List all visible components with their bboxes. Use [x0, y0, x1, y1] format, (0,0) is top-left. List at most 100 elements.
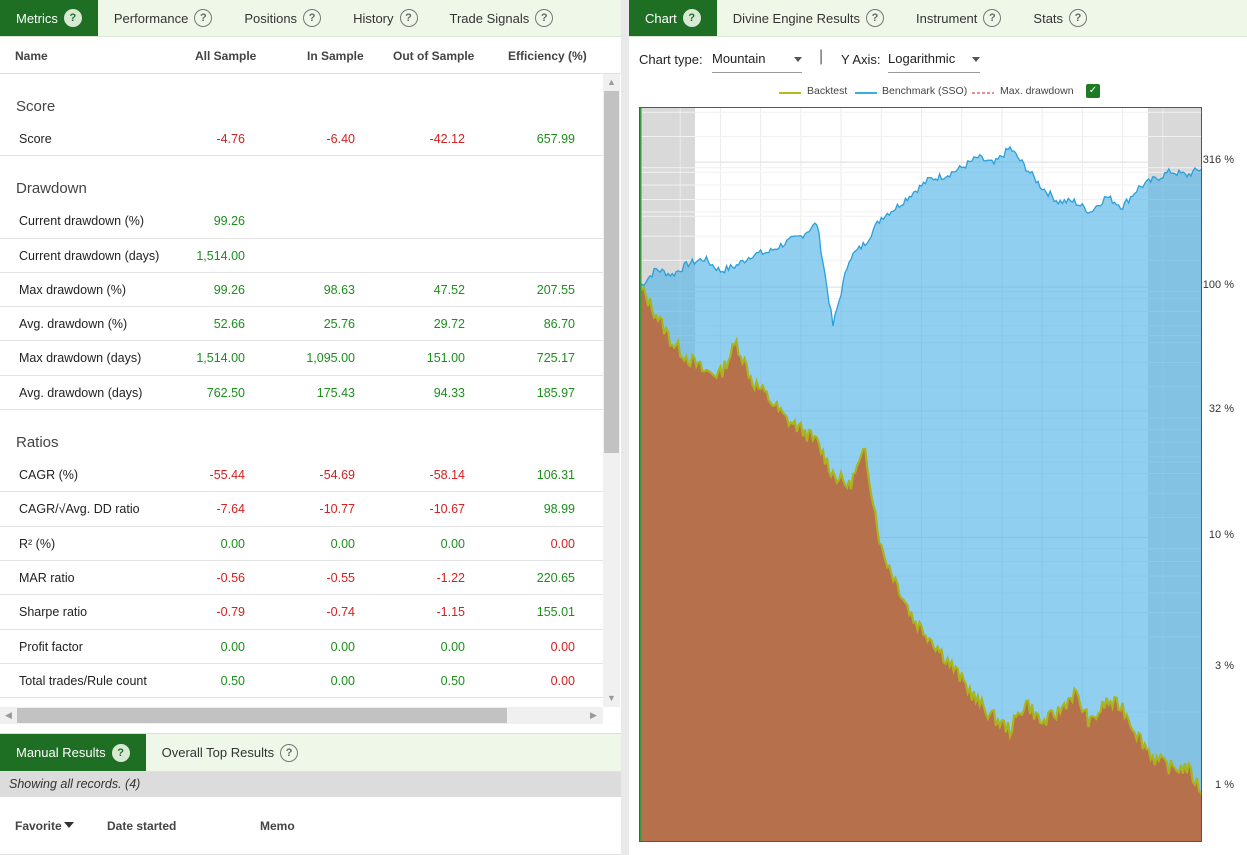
- help-icon[interactable]: ?: [983, 9, 1002, 27]
- panel-splitter[interactable]: [621, 0, 629, 855]
- tab-manual-results[interactable]: Manual Results?: [0, 734, 146, 771]
- metric-value: 725.17: [536, 351, 575, 366]
- left-tab-bar: Metrics? Performance? Positions? History…: [0, 0, 621, 37]
- metric-value: 762.50: [206, 385, 245, 400]
- results-panel: Manual Results? Overall Top Results? Sho…: [0, 733, 621, 855]
- table-row[interactable]: Current drawdown (days) 1,514.00: [0, 239, 603, 273]
- tab-divine-engine-results-label: Divine Engine Results: [732, 10, 860, 26]
- column-header-memo[interactable]: Memo: [260, 819, 295, 833]
- chevron-down-icon: [972, 57, 980, 62]
- tab-metrics[interactable]: Metrics?: [0, 0, 98, 36]
- section-title: Ratios: [16, 434, 59, 452]
- y-axis-dropdown[interactable]: Logarithmic: [888, 45, 980, 73]
- chart-type-value: Mountain: [712, 51, 766, 66]
- sort-down-icon[interactable]: [64, 822, 74, 828]
- column-header-date-started[interactable]: Date started: [107, 819, 176, 833]
- tab-performance[interactable]: Performance?: [98, 0, 228, 36]
- metric-value: 25.76: [323, 317, 355, 332]
- chart-controls: Chart type: Mountain | Y Axis: Logarithm…: [629, 37, 1247, 82]
- metric-value: -55.44: [209, 468, 245, 483]
- help-icon[interactable]: ?: [535, 9, 554, 27]
- help-icon[interactable]: ?: [194, 9, 213, 27]
- table-row[interactable]: Total trades/Rule count 0.50 0.00 0.50 0.00: [0, 664, 603, 699]
- table-row[interactable]: Current drawdown (%) 99.26: [0, 204, 603, 239]
- table-row[interactable]: R² (%) 0.00 0.00 0.00 0.00: [0, 527, 603, 561]
- table-row[interactable]: Avg. drawdown (%) 52.66 25.76 29.72 86.70: [0, 307, 603, 342]
- help-icon[interactable]: ?: [682, 9, 701, 27]
- tab-instrument[interactable]: Instrument?: [900, 0, 1017, 36]
- table-row[interactable]: Profit factor 0.00 0.00 0.00 0.00: [0, 630, 603, 664]
- chart-type-label: Chart type:: [639, 52, 703, 67]
- table-row[interactable]: MAR ratio -0.56 -0.55 -1.22 220.65: [0, 561, 603, 596]
- help-icon[interactable]: ?: [303, 9, 322, 27]
- tab-stats[interactable]: Stats?: [1017, 0, 1103, 36]
- horizontal-scrollbar[interactable]: ◀ ▶: [0, 707, 603, 724]
- scroll-down-icon[interactable]: ▼: [603, 693, 620, 703]
- equity-chart[interactable]: [639, 107, 1202, 842]
- metric-value: -54.69: [319, 468, 355, 483]
- metric-name: Max drawdown (days): [19, 351, 142, 366]
- metric-value: -42.12: [429, 132, 465, 146]
- legend-benchmark: Benchmark (SSO): [882, 85, 968, 97]
- max-drawdown-checkbox[interactable]: ✓: [1086, 84, 1100, 98]
- column-header-name[interactable]: Name: [15, 49, 48, 63]
- metric-value: -6.40: [326, 132, 356, 146]
- column-header-out-of-sample[interactable]: Out of Sample: [393, 49, 474, 63]
- help-icon[interactable]: ?: [111, 743, 130, 762]
- help-icon[interactable]: ?: [280, 743, 299, 762]
- divider: |: [819, 48, 824, 65]
- column-header-in-sample[interactable]: In Sample: [307, 49, 364, 63]
- legend-swatch-backtest: [779, 92, 801, 94]
- metric-value: 0.00: [220, 639, 245, 654]
- table-row[interactable]: CAGR/√Avg. DD ratio -7.64 -10.77 -10.67 98.9…: [0, 492, 603, 527]
- scroll-right-icon[interactable]: ▶: [585, 710, 602, 721]
- right-tab-bar: Chart? Divine Engine Results? Instrument…: [629, 0, 1247, 37]
- metric-value: 106.31: [536, 468, 575, 483]
- table-row[interactable]: Avg. drawdown (days) 762.50 175.43 94.33 185…: [0, 376, 603, 411]
- y-tick-label: 1 %: [1215, 779, 1234, 792]
- table-row[interactable]: Max drawdown (%) 99.26 98.63 47.52 207.55: [0, 273, 603, 308]
- metric-value: -7.64: [216, 502, 246, 517]
- column-header-favorite[interactable]: Favorite: [15, 819, 62, 833]
- tab-divine-engine-results[interactable]: Divine Engine Results?: [717, 0, 900, 36]
- y-axis-value: Logarithmic: [888, 51, 956, 66]
- legend-swatch-benchmark: [855, 92, 877, 94]
- help-icon[interactable]: ?: [865, 9, 884, 27]
- table-row[interactable]: CAGR (%) -55.44 -54.69 -58.14 106.31: [0, 458, 603, 493]
- vertical-scrollbar-thumb[interactable]: [604, 91, 619, 453]
- metric-value: 185.97: [536, 385, 575, 400]
- tab-chart-label: Chart: [645, 10, 677, 26]
- help-icon[interactable]: ?: [1069, 9, 1088, 27]
- table-row[interactable]: Sharpe ratio -0.79 -0.74 -1.15 155.01: [0, 595, 603, 630]
- tab-overall-top-results[interactable]: Overall Top Results?: [146, 734, 314, 771]
- metric-value: 1,095.00: [306, 351, 355, 366]
- chart-type-dropdown[interactable]: Mountain: [712, 45, 802, 73]
- table-row[interactable]: Score -4.76 -6.40 -42.12 657.99: [0, 122, 603, 157]
- metric-value: 175.43: [316, 385, 355, 400]
- tab-metrics-label: Metrics: [16, 10, 58, 26]
- metric-value: 94.33: [433, 385, 465, 400]
- tab-history[interactable]: History?: [337, 0, 433, 36]
- metric-value: -1.22: [436, 570, 466, 585]
- metric-value: -0.79: [216, 605, 246, 620]
- tab-chart[interactable]: Chart?: [629, 0, 717, 36]
- tab-positions[interactable]: Positions?: [228, 0, 337, 36]
- vertical-scrollbar[interactable]: ▲ ▼: [603, 74, 620, 707]
- metric-value: -0.74: [326, 605, 356, 620]
- metrics-panel: Metrics? Performance? Positions? History…: [0, 0, 621, 855]
- column-header-all-sample[interactable]: All Sample: [195, 49, 256, 63]
- help-icon[interactable]: ?: [399, 9, 418, 27]
- column-header-efficiency[interactable]: Efficiency (%): [508, 49, 587, 63]
- help-icon[interactable]: ?: [63, 9, 82, 27]
- tab-manual-results-label: Manual Results: [16, 745, 106, 760]
- scroll-left-icon[interactable]: ◀: [0, 710, 17, 721]
- tab-performance-label: Performance: [113, 10, 189, 26]
- table-row[interactable]: Max drawdown (days) 1,514.00 1,095.00 151.0…: [0, 341, 603, 376]
- tab-instrument-label: Instrument: [915, 10, 978, 26]
- app-root: Metrics? Performance? Positions? History…: [0, 0, 1247, 855]
- metric-value: -4.76: [216, 132, 246, 146]
- y-tick-label: 316 %: [1202, 154, 1234, 167]
- horizontal-scrollbar-thumb[interactable]: [17, 708, 507, 723]
- tab-trade-signals[interactable]: Trade Signals?: [434, 0, 570, 36]
- scroll-up-icon[interactable]: ▲: [603, 77, 620, 87]
